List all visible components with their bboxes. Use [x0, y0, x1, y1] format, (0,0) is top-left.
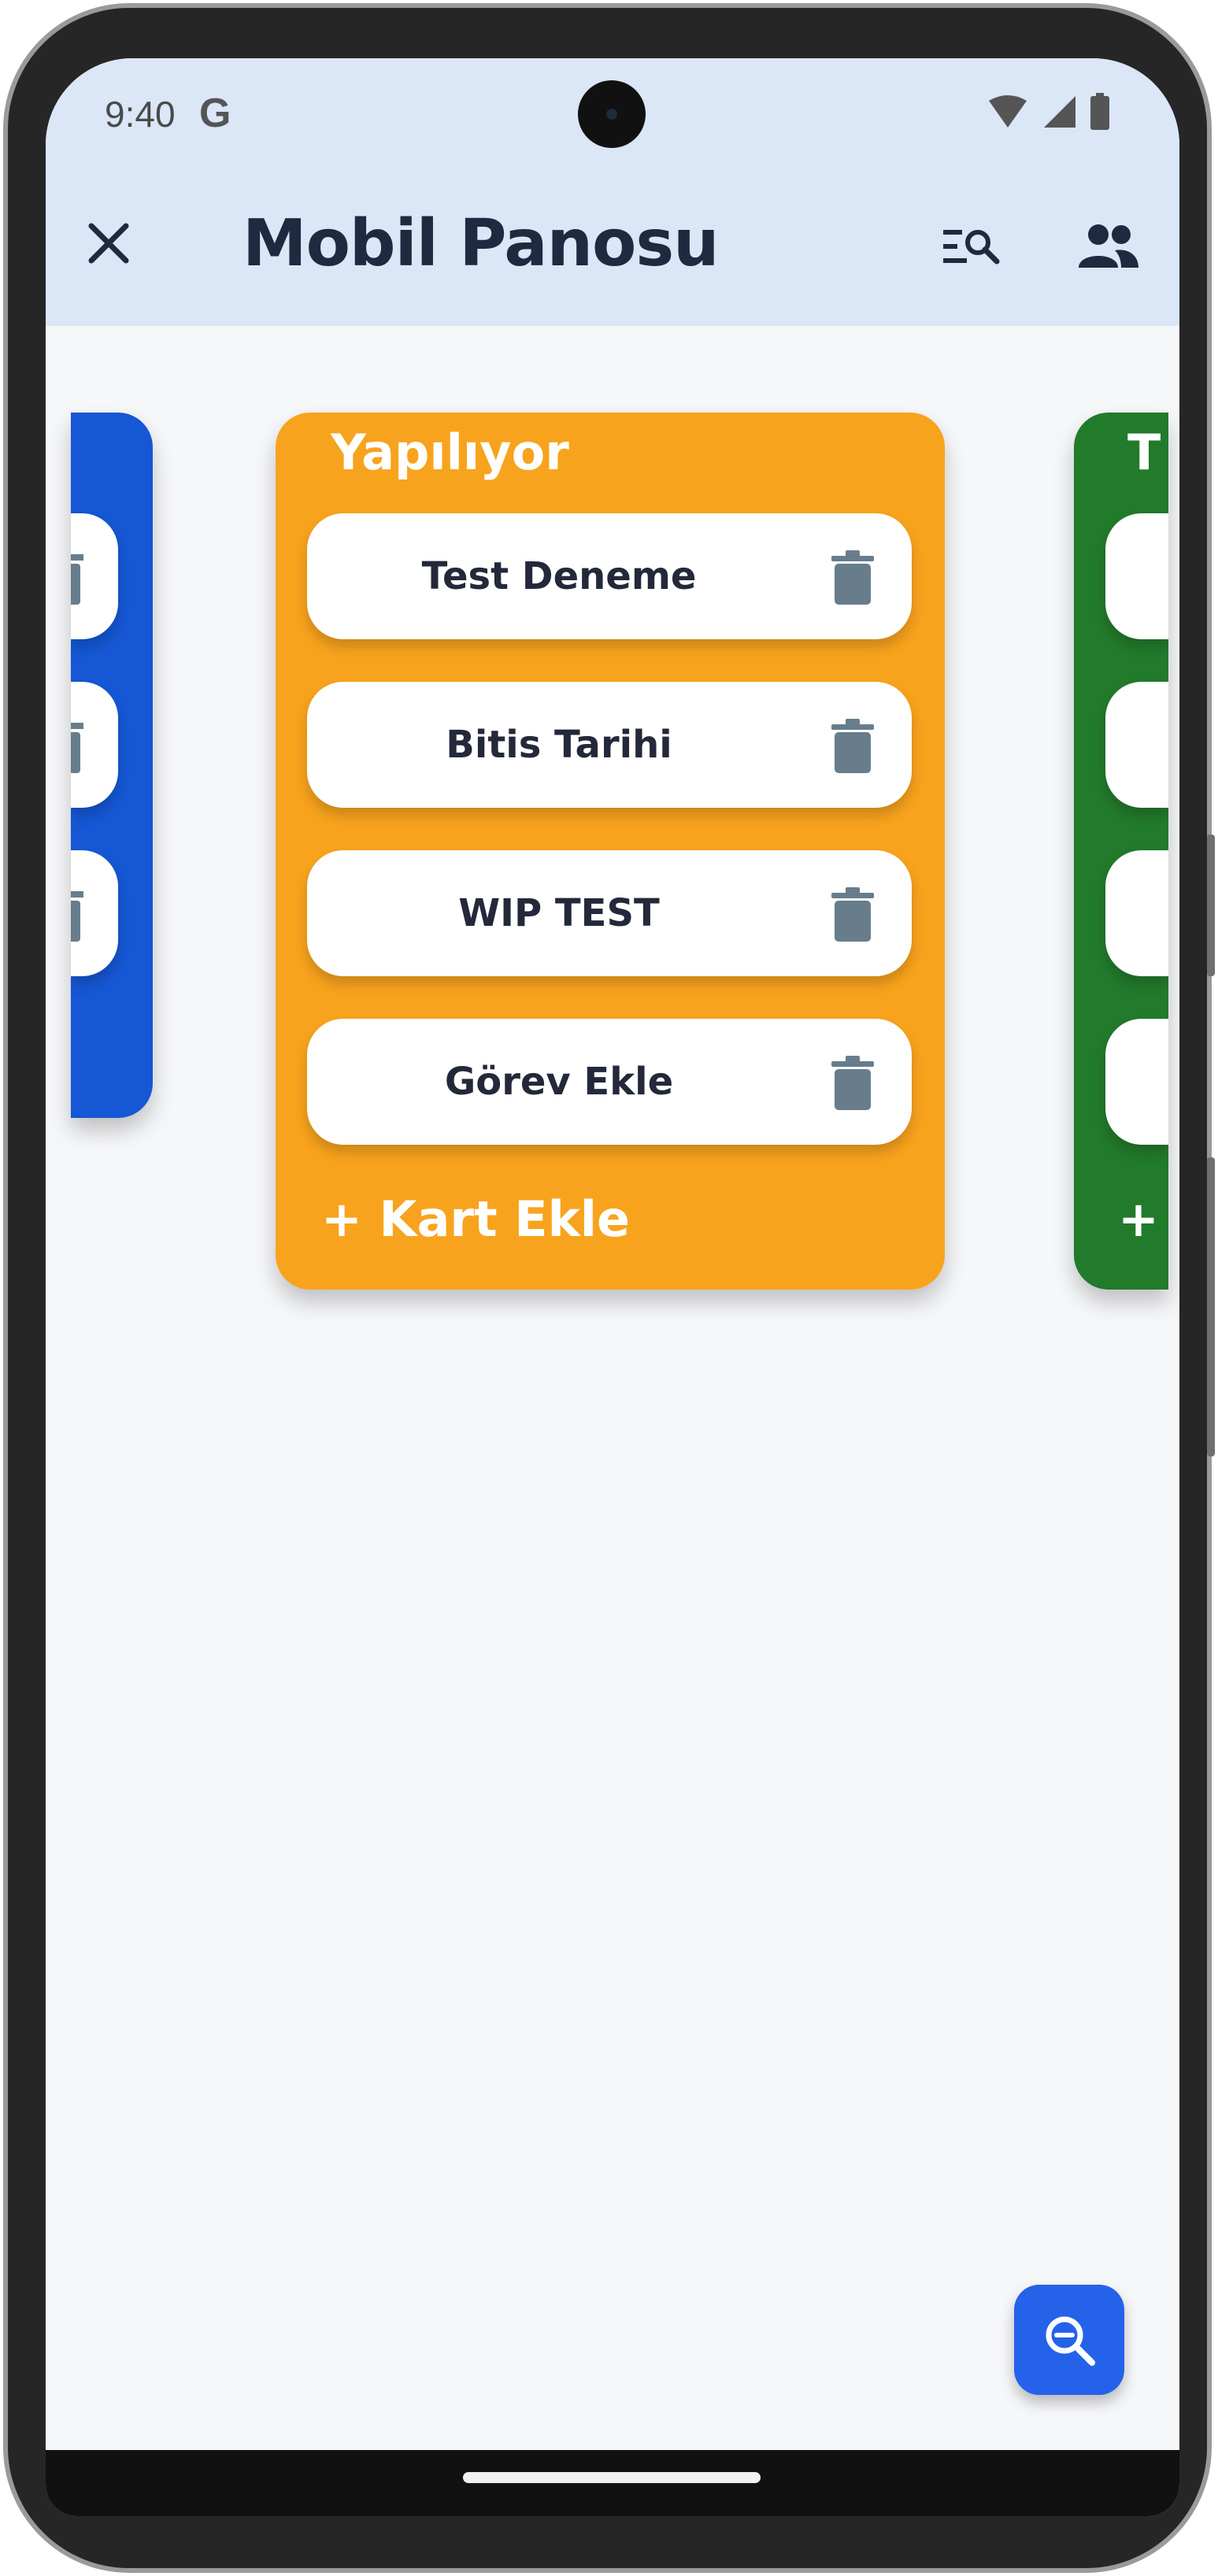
column-title: Yapılıyor — [331, 424, 569, 481]
card[interactable] — [71, 682, 118, 808]
home-indicator[interactable] — [463, 2472, 761, 2483]
add-card-button[interactable]: + Kart Ekle — [321, 1190, 630, 1248]
board-column-done: T + — [1074, 413, 1168, 1290]
card[interactable]: Görev Ekle — [307, 1019, 912, 1145]
card[interactable]: Test Deneme — [307, 513, 912, 639]
volume-button — [1207, 835, 1215, 976]
phone-frame: 9:40 G Mobil Panosu Yapılıyor Test Denem… — [3, 3, 1215, 2573]
card[interactable] — [71, 850, 118, 976]
power-button — [1207, 1157, 1215, 1456]
card-title: Görev Ekle — [444, 1060, 674, 1104]
zoom-out-icon — [1046, 2316, 1095, 2366]
trash-icon[interactable] — [831, 550, 874, 605]
filter-search-icon — [943, 230, 1000, 265]
close-icon — [88, 223, 129, 264]
close-button[interactable] — [85, 220, 132, 267]
card-title: Bitis Tarihi — [446, 723, 672, 767]
card[interactable] — [1105, 682, 1168, 808]
front-camera — [578, 80, 646, 148]
trash-icon[interactable] — [831, 718, 874, 773]
card[interactable]: WIP TEST — [307, 850, 912, 976]
status-icons — [987, 93, 1110, 131]
trash-icon — [71, 554, 83, 605]
signal-icon — [1044, 96, 1075, 128]
trash-icon[interactable] — [831, 886, 874, 942]
add-card-button[interactable]: + — [1118, 1190, 1159, 1248]
board-column-in-progress: Yapılıyor Test Deneme Bitis Tarihi WIP T… — [276, 413, 945, 1290]
trash-icon — [71, 723, 83, 773]
card[interactable]: Bitis Tarihi — [307, 682, 912, 808]
card[interactable] — [1105, 850, 1168, 976]
wifi-icon — [989, 95, 1027, 128]
filter-search-button[interactable] — [942, 224, 1001, 271]
status-time: 9:40 — [105, 94, 176, 135]
card-title: WIP TEST — [458, 891, 660, 935]
board-column-todo — [71, 413, 153, 1118]
card[interactable] — [1105, 513, 1168, 639]
card-title: Test Deneme — [421, 554, 697, 598]
battery-icon — [1090, 93, 1109, 130]
system-nav-bar — [46, 2450, 1179, 2516]
page-title: Mobil Panosu — [242, 206, 720, 281]
app-bar: 9:40 G Mobil Panosu — [46, 58, 1179, 326]
card[interactable] — [1105, 1019, 1168, 1145]
card[interactable] — [71, 513, 118, 639]
members-button[interactable] — [1077, 222, 1140, 269]
trash-icon[interactable] — [831, 1055, 874, 1110]
google-icon: G — [199, 91, 231, 136]
people-icon — [1079, 224, 1138, 268]
zoom-fab[interactable] — [1014, 2285, 1124, 2395]
trash-icon — [71, 891, 83, 942]
column-title: T — [1127, 424, 1161, 481]
screen: 9:40 G Mobil Panosu Yapılıyor Test Denem… — [46, 58, 1179, 2516]
